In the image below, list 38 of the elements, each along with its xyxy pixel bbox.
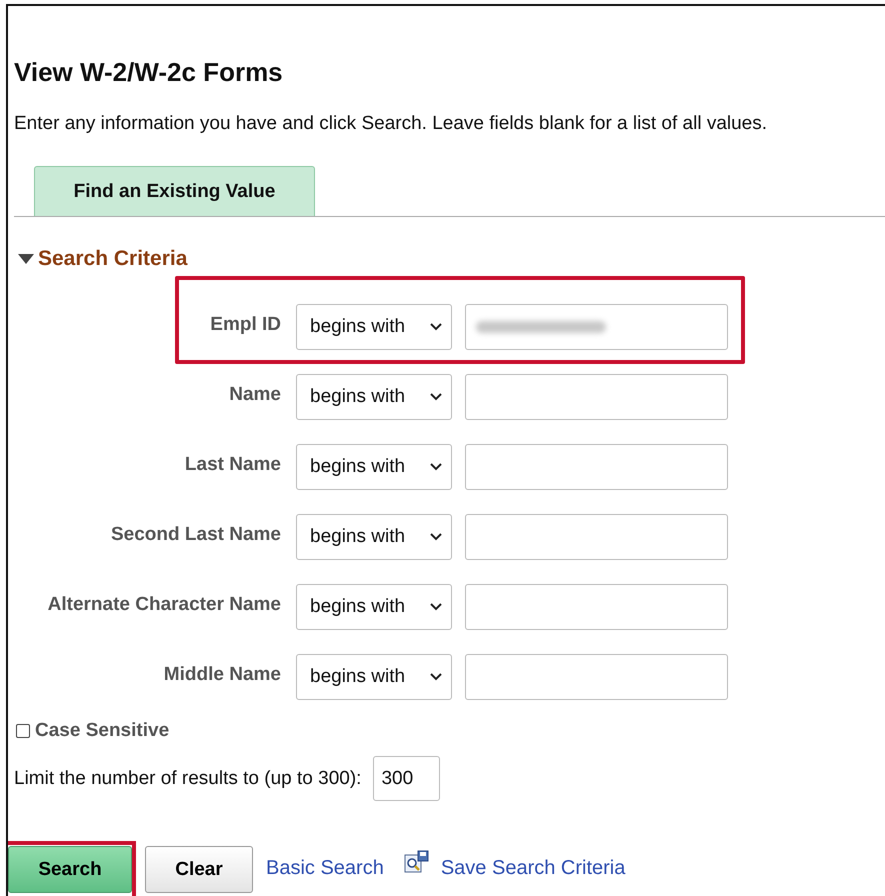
section-title[interactable]: Search Criteria [38, 247, 188, 271]
chevron-icon [430, 533, 442, 541]
collapse-triangle-icon[interactable] [18, 253, 34, 265]
instructions-text: Enter any information you have and click Search. Leave fields blank for a list of all values. [14, 112, 768, 136]
operator-dropdown[interactable]: begins with [296, 304, 452, 350]
input-field[interactable] [465, 304, 728, 350]
limit-label: Limit the number of results to (up to 300): [14, 768, 362, 790]
link[interactable]: Basic Search [266, 857, 384, 880]
input-field[interactable] [465, 654, 728, 700]
operator-dropdown[interactable]: begins with [296, 374, 452, 420]
field-label: Middle Name [162, 664, 281, 686]
chevron-icon [430, 673, 442, 681]
chevron-icon [430, 393, 442, 401]
chevron-icon [430, 323, 442, 331]
field-label: Alternate Character Name [46, 594, 281, 616]
search-button[interactable]: Search [8, 846, 132, 893]
field-label: Second Last Name [110, 524, 281, 546]
checkbox[interactable] [16, 724, 30, 738]
field-label: Name [228, 384, 281, 406]
page-title: View W-2/W-2c Forms [14, 56, 284, 87]
chevron-icon [430, 603, 442, 611]
input-field[interactable] [465, 444, 728, 490]
input-field[interactable] [465, 374, 728, 420]
link[interactable]: Save Search Criteria [440, 857, 626, 880]
field-label: Empl ID [209, 314, 281, 336]
limit-field[interactable]: 300 [373, 756, 440, 801]
operator-dropdown[interactable]: begins with [296, 584, 452, 630]
tab[interactable]: Find an Existing Value [34, 166, 315, 216]
input-field[interactable] [465, 514, 728, 560]
operator-dropdown[interactable]: begins with [296, 444, 452, 490]
operator-dropdown[interactable]: begins with [296, 654, 452, 700]
checkbox-label: Case Sensitive [35, 720, 170, 742]
save-search-icon[interactable] [404, 850, 430, 874]
input-field[interactable] [465, 584, 728, 630]
field-label: Last Name [184, 454, 281, 476]
operator-dropdown[interactable]: begins with [296, 514, 452, 560]
clear-button[interactable]: Clear [145, 846, 253, 893]
chevron-icon [430, 463, 442, 471]
